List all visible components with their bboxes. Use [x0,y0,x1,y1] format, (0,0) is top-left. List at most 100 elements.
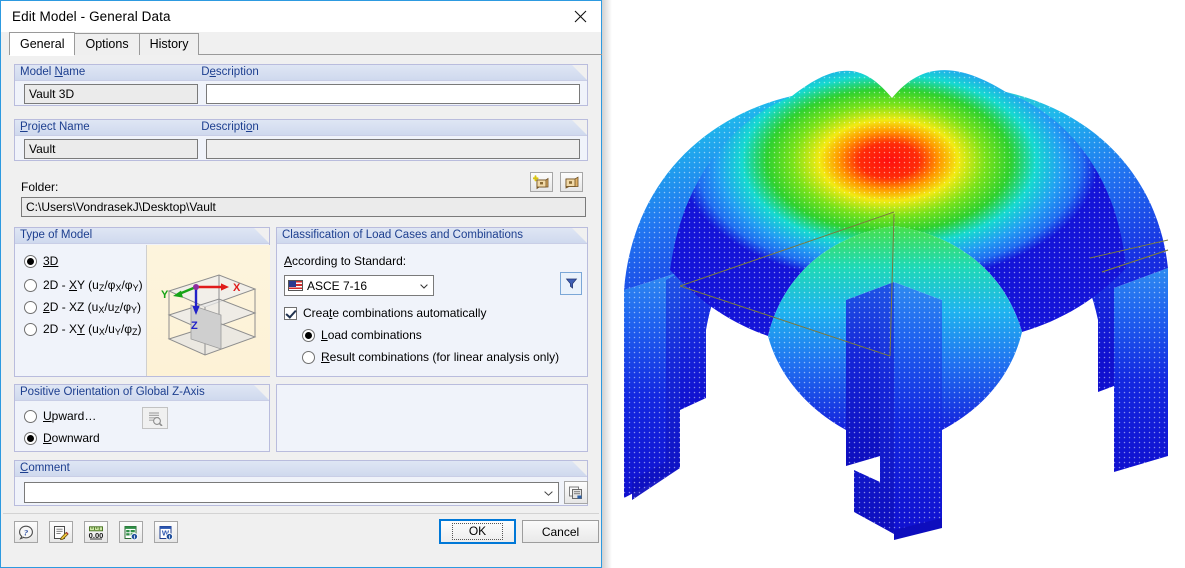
copy-pages-icon [569,486,582,499]
word-export-icon: W i [159,525,174,540]
z-axis-group: Positive Orientation of Global Z-Axis Up… [14,384,270,452]
radio-model-2d-xy-ux-indicator [24,322,37,336]
viewport-edge-shadow [602,0,612,568]
svg-text:?: ? [24,527,28,537]
preview-magnifier-icon [149,411,163,426]
radio-z-upward-label: Upward… [43,409,97,423]
edit-note-icon [54,525,69,540]
model-name-label: Model Name [20,66,86,78]
project-name-label: Project Name [20,121,90,133]
model-name-group: Model Name Description [14,64,588,106]
type-of-model-group: Type of Model 3D 2D - XY (uZ/φX/φY) 2D -… [14,227,270,377]
comment-group: Comment [14,460,588,506]
new-project-button[interactable] [530,172,553,192]
classification-group: Classification of Load Cases and Combina… [276,227,588,377]
tab-general[interactable]: General [9,32,76,56]
radio-load-combinations-indicator [302,328,315,342]
model-name-input[interactable] [24,84,198,104]
project-name-group-caption: Project Name Description [15,120,587,136]
close-button[interactable] [559,1,601,31]
units-ruler-icon: 0.00 [89,525,103,540]
radio-z-downward-label: Downward [43,431,100,445]
radio-result-combinations-label: Result combinations (for linear analysis… [321,350,560,364]
close-icon [574,10,586,22]
empty-panel [276,384,588,452]
radio-z-upward-indicator [24,409,37,423]
select-project-icon [565,175,579,189]
radio-model-2d-xy-uz[interactable]: 2D - XY (uZ/φX/φY) [24,278,143,293]
project-description-input[interactable] [206,139,580,159]
standard-value: ASCE 7-16 [307,278,368,293]
z-axis-preview-button[interactable] [142,407,168,429]
radio-z-downward[interactable]: Downward [24,431,100,445]
comment-input[interactable] [25,483,540,502]
type-of-model-caption: Type of Model [15,228,269,244]
radio-z-downward-indicator [24,431,37,445]
edit-model-dialog: Edit Model - General Data General Option… [0,0,607,568]
comment-chevron-down-icon [544,491,553,496]
ok-button-label: OK [451,523,504,540]
new-project-icon [533,174,549,189]
ok-button[interactable]: OK [439,519,516,544]
radio-model-2d-xz-indicator [24,300,37,314]
project-name-input[interactable] [24,139,198,159]
comment-library-button[interactable] [564,481,588,504]
us-flag-icon [288,280,303,291]
svg-text:Y: Y [161,289,169,301]
fea-vault-render [624,70,1169,540]
dialog-title: Edit Model - General Data [12,9,171,24]
pier-far-left [624,272,680,500]
radio-result-combinations-indicator [302,350,315,364]
radio-model-2d-xz[interactable]: 2D - XZ (uX/uZ/φY) [24,300,142,315]
radio-z-upward[interactable]: Upward… [24,409,96,423]
radio-model-3d[interactable]: 3D [24,254,58,268]
create-combinations-label: Create combinations automatically [303,306,487,320]
model-description-input[interactable] [206,84,580,104]
folder-input[interactable] [21,197,586,217]
comment-caption: Comment [15,461,587,477]
model-type-preview: X Y Z [146,245,270,376]
dialog-body: Model Name Description Project Name Desc… [2,55,600,552]
help-question-icon: ? [19,525,33,540]
chevron-down-icon [420,283,428,289]
create-combinations-checkbox[interactable]: Create combinations automatically [284,306,486,320]
pier-far-right [1114,268,1168,472]
radio-model-2d-xy-uz-indicator [24,278,37,292]
project-name-group: Project Name Description [14,119,588,161]
units-button[interactable]: 0.00 [84,521,108,543]
dialog-footer: ? 0.00 i W i OK Cancel [3,513,599,551]
comment-combobox[interactable] [24,482,559,503]
pier-center [846,282,942,540]
tab-history[interactable]: History [138,33,200,55]
export-word-button[interactable]: W i [154,521,178,543]
model-type-preview-sketch: X Y Z [161,274,257,356]
radio-result-combinations[interactable]: Result combinations (for linear analysis… [302,350,559,364]
dialog-tabstrip: General Options History [9,32,607,56]
export-excel-button[interactable]: i [119,521,143,543]
create-combinations-checkbox-indicator [284,306,297,320]
z-axis-caption: Positive Orientation of Global Z-Axis [15,385,269,401]
radio-model-2d-xz-label: 2D - XZ (uX/uZ/φY) [43,300,142,315]
radio-model-3d-indicator [24,254,37,268]
standard-combobox[interactable]: ASCE 7-16 [284,275,434,296]
filter-icon [565,278,577,289]
radio-model-2d-xy-ux[interactable]: 2D - XY (uX/uY/φZ) [24,322,142,337]
app-screen: Edit Model - General Data General Option… [0,0,1185,568]
radio-load-combinations[interactable]: Load combinations [302,328,422,342]
dialog-titlebar: Edit Model - General Data [1,1,601,32]
notes-button[interactable] [49,521,73,543]
cancel-button[interactable]: Cancel [522,520,599,543]
tab-options[interactable]: Options [74,33,140,55]
svg-text:X: X [233,282,241,294]
excel-export-icon: i [124,525,139,540]
standard-filter-button[interactable] [560,272,582,295]
model-3d-viewport[interactable] [602,0,1185,568]
radio-model-3d-label: 3D [43,254,59,268]
help-button[interactable]: ? [14,521,38,543]
model-name-group-caption: Model Name Description [15,65,587,81]
radio-model-2d-xy-uz-label: 2D - XY (uZ/φX/φY) [43,278,143,293]
project-description-label: Description [201,121,259,133]
standard-label: According to Standard: [284,254,407,268]
radio-load-combinations-label: Load combinations [321,328,422,342]
select-project-button[interactable] [560,172,583,192]
